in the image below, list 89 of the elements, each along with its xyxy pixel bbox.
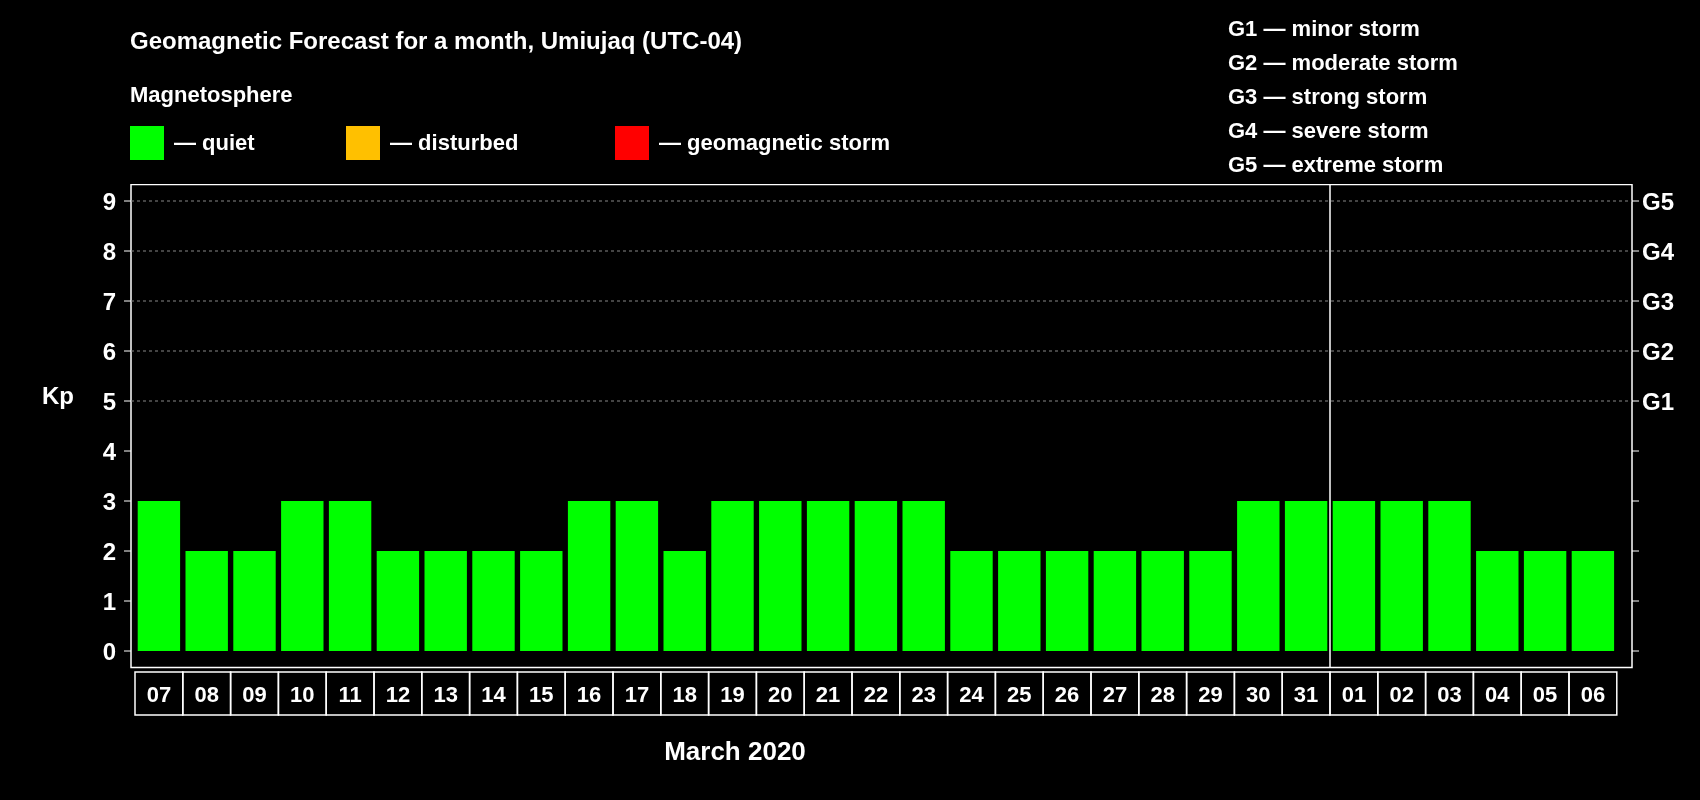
storm-scale-label: G3 — strong storm — [1228, 83, 1429, 111]
x-tick-label: 01 — [1341, 682, 1367, 707]
day-label: 29 — [1185, 671, 1236, 716]
x-tick-label: 31 — [1293, 682, 1319, 707]
day-label: 22 — [851, 671, 901, 716]
day-label: 28 — [1138, 671, 1188, 716]
x-tick-label: 28 — [1150, 682, 1175, 707]
x-tick-label: 24 — [959, 682, 985, 707]
chart-title: Geomagnetic Forecast for a month, Umiujaq (UTC-04) — [130, 26, 744, 56]
day-label: 27 — [1090, 671, 1140, 716]
day-label: 23 — [899, 671, 949, 716]
x-tick-label: 27 — [1102, 682, 1128, 707]
x-tick-label: 07 — [146, 682, 172, 707]
day-label: 31 — [1281, 671, 1331, 716]
x-tick-label: 18 — [672, 682, 697, 707]
day-label: 10 — [277, 671, 327, 716]
storm-level-label: G3 — [1642, 288, 1674, 315]
x-tick-label: 17 — [624, 682, 650, 707]
day-label: 05 — [1520, 671, 1570, 716]
storm-level-label: G4 — [1642, 238, 1674, 265]
x-tick-label: 16 — [576, 682, 602, 707]
x-tick-label: 08 — [194, 682, 219, 707]
storm-scale-label: G4 — severe storm — [1228, 117, 1430, 145]
day-label: 19 — [707, 671, 758, 716]
x-tick-label: 13 — [433, 682, 458, 707]
storm-level-label: G2 — [1642, 338, 1674, 365]
y-axis-label: 2 — [102, 538, 116, 565]
day-label: 04 — [1472, 671, 1522, 716]
day-label: 16 — [564, 671, 614, 716]
day-label: 30 — [1233, 671, 1283, 716]
y-axis-label: 3 — [102, 488, 116, 515]
x-tick-label: 22 — [863, 682, 889, 707]
x-tick-label: 25 — [1007, 682, 1032, 707]
x-tick-label: 23 — [911, 682, 936, 707]
y-axis-label: 5 — [102, 388, 116, 415]
storm-level-label: G5 — [1642, 188, 1674, 215]
legend-label: — disturbed — [390, 130, 519, 156]
x-tick-label: 11 — [338, 682, 362, 707]
x-tick-label: 02 — [1389, 682, 1414, 707]
x-tick-label: 29 — [1198, 682, 1223, 707]
day-label: 11 — [325, 671, 375, 716]
legend-label: — geomagnetic storm — [659, 130, 891, 156]
y-axis-label: 0 — [102, 638, 116, 665]
day-label: 21 — [803, 671, 853, 716]
y-axis-title: Kp — [42, 382, 74, 409]
day-label: 14 — [468, 671, 519, 716]
day-label: 17 — [612, 671, 662, 716]
day-label: 07 — [134, 671, 184, 716]
y-axis-label: 9 — [102, 188, 116, 215]
storm-scale-label: G1 — minor storm — [1228, 15, 1421, 43]
day-label: 26 — [1042, 671, 1092, 716]
day-label: 01 — [1329, 671, 1379, 716]
x-tick-label: 05 — [1532, 682, 1558, 707]
storm-scale-label: G5 — extreme storm — [1228, 151, 1445, 179]
day-label: 25 — [994, 671, 1044, 716]
storm-scale-label: G2 — moderate storm — [1228, 49, 1459, 77]
x-tick-label: 20 — [768, 682, 793, 707]
day-label: 13 — [421, 671, 471, 716]
y-axis-label: 7 — [102, 288, 116, 315]
x-tick-label: 03 — [1437, 682, 1462, 707]
day-label: 18 — [660, 671, 710, 716]
x-tick-label: 10 — [290, 682, 315, 707]
day-label: 06 — [1568, 671, 1618, 716]
x-tick-label: 14 — [481, 682, 507, 707]
day-label: 12 — [373, 671, 423, 716]
y-axis-label: 4 — [102, 438, 116, 465]
x-tick-label: 15 — [529, 682, 554, 707]
day-label: 15 — [516, 671, 566, 716]
y-axis-label: 1 — [102, 588, 116, 615]
x-tick-label: 30 — [1246, 682, 1271, 707]
storm-level-label: G1 — [1642, 388, 1674, 415]
x-axis-title: March 2020 — [664, 736, 806, 766]
x-tick-label: 21 — [815, 682, 841, 707]
day-label: 08 — [182, 671, 232, 716]
x-tick-label: 06 — [1580, 682, 1606, 707]
day-label: 09 — [229, 671, 280, 716]
y-axis-label: 8 — [102, 238, 116, 265]
x-tick-label: 12 — [385, 682, 411, 707]
x-tick-label: 19 — [720, 682, 745, 707]
legend-label: — quiet — [174, 130, 255, 156]
x-tick-label: 26 — [1054, 682, 1080, 707]
legend-title: Magnetosphere — [130, 82, 294, 108]
day-label: 24 — [946, 671, 997, 716]
day-label: 20 — [755, 671, 805, 716]
day-label: 02 — [1377, 671, 1427, 716]
x-tick-label: 04 — [1485, 682, 1511, 707]
day-label: 03 — [1424, 671, 1475, 716]
x-tick-label: 09 — [242, 682, 267, 707]
y-axis-label: 6 — [102, 338, 116, 365]
